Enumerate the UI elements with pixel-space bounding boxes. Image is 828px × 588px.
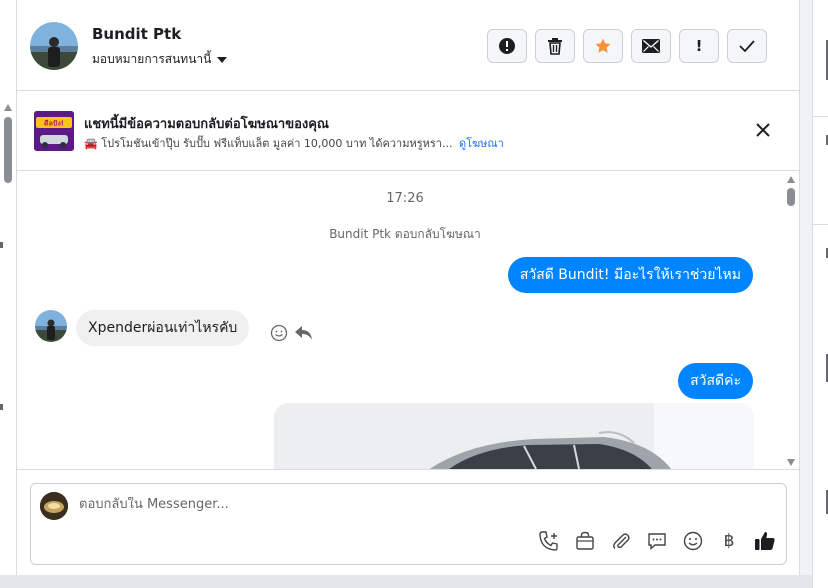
attach-button[interactable]: [609, 529, 633, 553]
incoming-message[interactable]: Xpenderผ่อนเท่าไหรคับ: [76, 310, 250, 346]
star-icon: [595, 38, 611, 53]
phone-plus-icon: [539, 531, 558, 551]
trash-icon: [548, 38, 562, 55]
saved-replies-button[interactable]: [645, 529, 669, 553]
mark-done-button[interactable]: [727, 29, 767, 63]
system-note: Bundit Ptk ตอบกลับโฆษณา: [329, 227, 481, 241]
done-icon: [739, 40, 755, 52]
left-scrollbar-thumb[interactable]: [4, 117, 12, 183]
conversation-actions: !: [487, 29, 767, 63]
conversation-header: Bundit Ptk มอบหมายการสนทนานี้ !: [17, 0, 799, 91]
paperclip-icon: [613, 533, 630, 549]
emoji-button[interactable]: [681, 529, 705, 553]
call-button[interactable]: [537, 529, 561, 553]
divider: [813, 224, 828, 225]
page-avatar: [40, 492, 68, 520]
baht-icon: ฿: [723, 531, 735, 551]
scroll-down-icon[interactable]: [787, 459, 795, 466]
reply-composer: ฿: [30, 483, 787, 565]
message-actions: [270, 324, 314, 346]
emoji-icon: [683, 531, 703, 551]
sender-avatar[interactable]: [35, 310, 67, 342]
ad-banner-description: 🚘 โปรโมชันเข้าปุ๊บ รับปั๊บ ฟรีแท็บแล็ต ม…: [84, 134, 504, 152]
ad-banner-title: แชทนี้มีข้อความตอบกลับต่อโฆษณาของคุณ: [84, 117, 329, 132]
composer-toolbar: ฿: [537, 529, 777, 553]
mark-unread-button[interactable]: [631, 29, 671, 63]
spam-icon: [499, 38, 515, 54]
follow-up-icon: !: [695, 37, 703, 55]
message-timestamp: 17:26: [386, 191, 424, 206]
contact-avatar[interactable]: [30, 22, 78, 70]
delete-button[interactable]: [535, 29, 575, 63]
reply-input[interactable]: [79, 497, 739, 512]
mark-spam-button[interactable]: [487, 29, 527, 63]
thumbs-up-icon: [755, 532, 775, 550]
mail-icon: [642, 39, 660, 53]
edge-mark: [0, 404, 3, 410]
ad-reply-banner: ดีลปัง! แชทนี้มีข้อความตอบกลับต่อโฆษณาขอ…: [17, 91, 799, 171]
contact-name[interactable]: Bundit Ptk: [92, 25, 181, 43]
car-image-attachment[interactable]: [274, 403, 754, 469]
ad-thumb-text: ดีลปัง!: [44, 120, 64, 128]
chevron-down-icon: [217, 56, 228, 63]
follow-up-button[interactable]: !: [679, 29, 719, 63]
right-panel-edge: [812, 0, 828, 588]
bag-icon: [576, 531, 594, 550]
assign-conversation[interactable]: มอบหมายการสนทนานี้: [92, 50, 228, 69]
react-button[interactable]: [270, 324, 288, 346]
edge-mark: [0, 242, 3, 248]
payment-button[interactable]: ฿: [717, 529, 741, 553]
thread-scrollbar[interactable]: [783, 171, 799, 469]
reply-icon: [295, 326, 312, 340]
assign-label: มอบหมายการสนทนานี้: [92, 52, 212, 66]
speech-bubble-icon: [648, 533, 666, 551]
star-button[interactable]: [583, 29, 623, 63]
divider: [813, 116, 828, 117]
conversation-panel: Bundit Ptk มอบหมายการสนทนานี้ ! ดีลปัง! …: [17, 0, 800, 575]
scroll-up-icon[interactable]: [4, 104, 12, 111]
left-panel-edge: [0, 0, 17, 575]
emoji-icon: [270, 324, 288, 342]
outgoing-message[interactable]: สวัสดีค่ะ: [678, 363, 753, 399]
ad-description-text: 🚘 โปรโมชันเข้าปุ๊บ รับปั๊บ ฟรีแท็บแล็ต ม…: [84, 137, 453, 150]
like-button[interactable]: [753, 529, 777, 553]
reply-button[interactable]: [294, 324, 314, 346]
scroll-up-icon[interactable]: [787, 176, 795, 183]
message-thread: 17:26 Bundit Ptk ตอบกลับโฆษณา สวัสดี Bun…: [17, 171, 799, 470]
close-icon: [756, 123, 770, 137]
scrollbar-thumb[interactable]: [787, 188, 795, 206]
outgoing-message[interactable]: สวัสดี Bundit! มีอะไรให้เราช่วยไหม: [507, 257, 753, 293]
panel-gutter: [800, 0, 812, 575]
ad-thumbnail[interactable]: ดีลปัง!: [34, 111, 74, 151]
close-banner-button[interactable]: [753, 120, 773, 140]
view-ad-link[interactable]: ดูโฆษณา: [459, 137, 504, 150]
shop-button[interactable]: [573, 529, 597, 553]
